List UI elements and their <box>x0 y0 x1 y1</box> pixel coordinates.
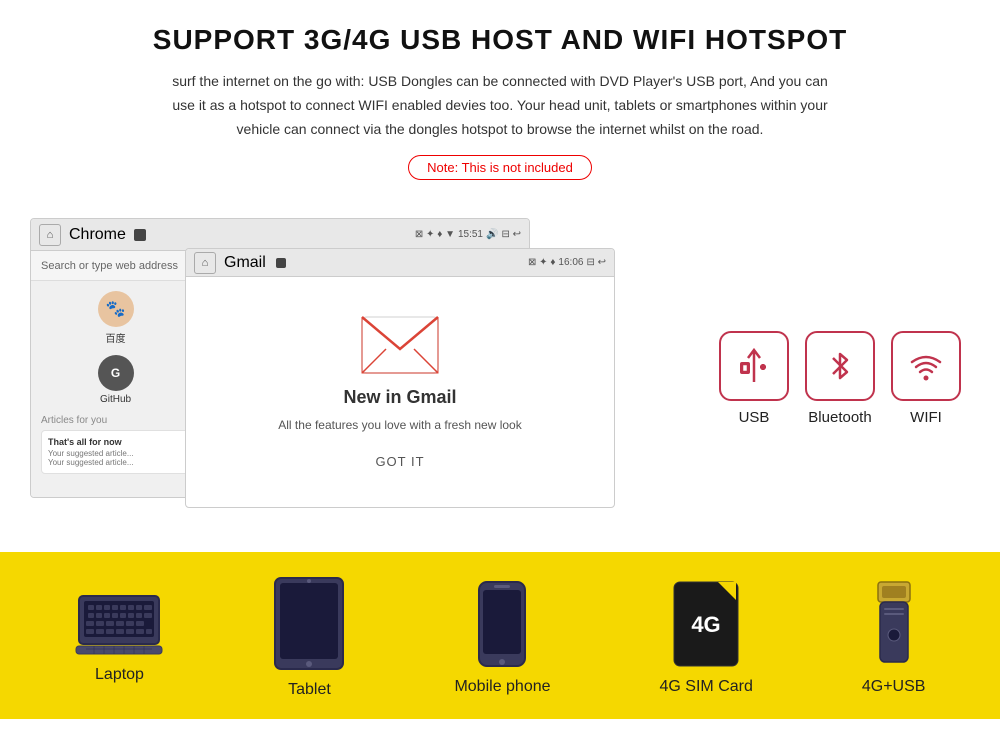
wifi-label: WIFI <box>910 409 942 426</box>
phone-mockup: ⌂ Chrome ⊠ ✦ ♦ ▼ 15:51 🔊 ⊟ ↩ Search or t… <box>30 218 690 528</box>
nav-icons: ⊟ ↩ <box>501 229 521 240</box>
bottom-section: Laptop Tablet Mobile phone <box>0 552 1000 719</box>
baidu-icon: 🐾 <box>98 291 134 327</box>
mobile-svg <box>477 580 527 668</box>
gmail-bar: ⌂ Gmail ⊠ ✦ ♦ 16:06 ⊟ ↩ <box>186 249 614 277</box>
sim-icon-container: 4G <box>672 580 740 668</box>
gmail-new-body: All the features you love with a fresh n… <box>278 416 521 434</box>
baidu-app: 🐾 百度 <box>41 291 190 345</box>
tablet-svg <box>273 576 345 671</box>
gmail-nav-icons: ⊟ ↩ <box>586 257 606 268</box>
gmail-status-icons: ⊠ ✦ ♦ <box>528 257 555 268</box>
laptop-svg <box>74 591 164 656</box>
tablet-label: Tablet <box>288 681 331 699</box>
gmail-new-title: New in Gmail <box>343 387 456 408</box>
svg-text:4G: 4G <box>692 612 721 637</box>
mobile-icon-container <box>477 580 527 668</box>
baidu-label: 百度 <box>106 330 126 345</box>
github-label: GitHub <box>100 394 131 405</box>
chrome-status: ⊠ ✦ ♦ ▼ 15:51 🔊 ⊟ ↩ <box>415 229 521 240</box>
usb-dongle-icon-container <box>872 580 916 668</box>
github-app: G GitHub <box>41 355 190 405</box>
volume-icon: 🔊 <box>486 229 498 240</box>
feature-wifi: WIFI <box>891 331 961 426</box>
chrome-icons: ⊠ ✦ ♦ ▼ <box>415 229 455 240</box>
gmail-m-svg <box>360 315 440 375</box>
usb-icon <box>732 344 776 388</box>
description-text: surf the internet on the go with: USB Do… <box>160 70 840 141</box>
search-placeholder: Search or type web address <box>41 260 178 272</box>
usb-dongle-svg <box>872 580 916 668</box>
note-badge: Note: This is not included <box>408 155 592 180</box>
laptop-label: Laptop <box>95 666 144 684</box>
device-usb-dongle: 4G+USB <box>862 580 926 696</box>
usb-dongle-label: 4G+USB <box>862 678 926 696</box>
github-icon: G <box>98 355 134 391</box>
device-mobile: Mobile phone <box>454 580 550 696</box>
top-section: SUPPORT 3G/4G USB HOST AND WIFI HOTSPOT … <box>0 0 1000 218</box>
laptop-icon-container <box>74 591 164 656</box>
chrome-left-panel: 🐾 百度 G GitHub Articles for you That's al… <box>31 281 201 497</box>
article-title: That's all for now <box>48 437 183 447</box>
wifi-icon <box>904 344 948 388</box>
mobile-label: Mobile phone <box>454 678 550 696</box>
article-item: That's all for now Your suggested articl… <box>41 430 190 474</box>
sim-label: 4G SIM Card <box>660 678 753 696</box>
device-sim: 4G 4G SIM Card <box>660 580 753 696</box>
device-tablet: Tablet <box>273 576 345 699</box>
bluetooth-icon-box <box>805 331 875 401</box>
device-laptop: Laptop <box>74 591 164 684</box>
tablet-icon-container <box>273 576 345 671</box>
feature-usb: USB <box>719 331 789 426</box>
article-body2: Your suggested article... <box>48 458 183 467</box>
bluetooth-label: Bluetooth <box>808 409 871 426</box>
icons-section: USB Bluetooth WIFI <box>710 321 970 426</box>
usb-icon-box <box>719 331 789 401</box>
gmail-title: Gmail <box>224 254 266 272</box>
feature-bluetooth: Bluetooth <box>805 331 875 426</box>
page-title: SUPPORT 3G/4G USB HOST AND WIFI HOTSPOT <box>60 24 940 56</box>
chrome-time: 15:51 <box>458 229 483 240</box>
middle-section: ⌂ Chrome ⊠ ✦ ♦ ▼ 15:51 🔊 ⊟ ↩ Search or t… <box>0 218 1000 528</box>
article-body: Your suggested article... <box>48 449 183 458</box>
articles-label: Articles for you <box>41 415 190 426</box>
gmail-home-btn: ⌂ <box>194 252 216 274</box>
chrome-home-btn: ⌂ <box>39 224 61 246</box>
chrome-bar: ⌂ Chrome ⊠ ✦ ♦ ▼ 15:51 🔊 ⊟ ↩ <box>31 219 529 251</box>
chrome-title: Chrome <box>69 226 126 244</box>
gmail-content: New in Gmail All the features you love w… <box>186 277 614 507</box>
gmail-time: 16:06 <box>558 257 583 268</box>
wifi-icon-box <box>891 331 961 401</box>
got-it-button[interactable]: GOT IT <box>375 454 424 469</box>
gmail-status: ⊠ ✦ ♦ 16:06 ⊟ ↩ <box>528 257 606 268</box>
gmail-window: ⌂ Gmail ⊠ ✦ ♦ 16:06 ⊟ ↩ <box>185 248 615 508</box>
bluetooth-icon <box>818 344 862 388</box>
usb-label: USB <box>739 409 770 426</box>
sim-svg: 4G <box>672 580 740 668</box>
